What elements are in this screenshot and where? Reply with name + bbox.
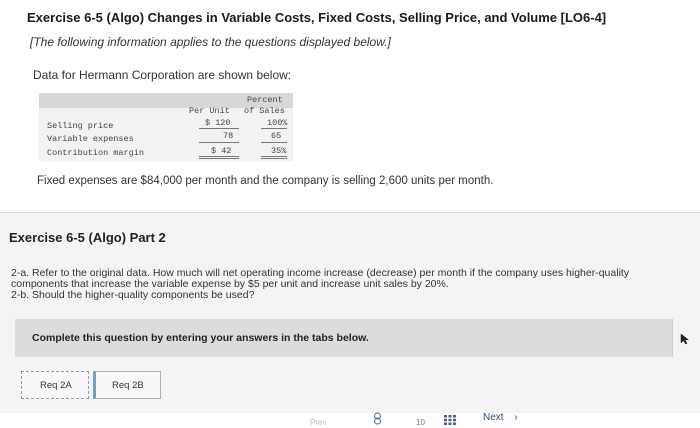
question-line: 2-b. Should the higher-quality component… — [11, 289, 255, 301]
chevron-right-icon: › — [514, 412, 518, 423]
table-double-rule — [199, 156, 239, 157]
mouse-cursor-icon — [680, 333, 690, 345]
data-intro-text: Data for Hermann Corporation are shown b… — [33, 68, 292, 82]
table-rule — [261, 142, 287, 143]
next-label: Next — [483, 412, 504, 423]
instruction-banner: Complete this question by entering your … — [15, 319, 673, 357]
data-table: Percent Per Unit of Sales Selling price … — [39, 93, 293, 161]
row-label-selling-price: Selling price — [47, 121, 114, 131]
tab-req-2b[interactable]: Req 2B — [93, 371, 161, 399]
part-panel: Exercise 6-5 (Algo) Part 2 2-a. Refer to… — [0, 212, 700, 428]
row-value-contribution-margin: $ 42 — [211, 146, 232, 156]
tab-req-2a[interactable]: Req 2A — [21, 371, 89, 399]
exercise-panel: Exercise 6-5 (Algo) Changes in Variable … — [0, 0, 700, 212]
question-text: 2-a. Refer to the original data. How muc… — [11, 268, 700, 301]
tab-label: Req 2B — [112, 380, 144, 391]
table-double-rule — [261, 156, 287, 157]
row-value-variable-expenses: 78 — [223, 131, 234, 141]
table-header-of-sales: of Sales — [244, 106, 285, 116]
row-label-contribution-margin: Contribution margin — [47, 148, 144, 158]
row-value-selling-price: $ 120 — [205, 118, 231, 128]
table-rule — [199, 142, 239, 143]
table-rule — [261, 128, 287, 129]
link-icon[interactable] — [373, 412, 382, 426]
row-label-variable-expenses: Variable expenses — [47, 134, 134, 144]
instruction-text: Complete this question by entering your … — [32, 332, 369, 344]
exercise-subtitle: [The following information applies to th… — [30, 35, 391, 49]
table-rule — [199, 128, 239, 129]
tab-label: Req 2A — [40, 380, 72, 391]
next-button[interactable]: Next › — [483, 412, 518, 423]
row-percent-selling-price: 100% — [267, 118, 288, 128]
fixed-expenses-note: Fixed expenses are $84,000 per month and… — [37, 175, 494, 187]
table-double-rule — [261, 158, 287, 159]
exercise-title: Exercise 6-5 (Algo) Changes in Variable … — [27, 10, 607, 25]
prev-button[interactable]: Prev — [310, 418, 326, 427]
table-double-rule — [199, 158, 239, 159]
row-percent-contribution-margin: 35% — [271, 146, 287, 156]
table-header-percent: Percent — [247, 95, 283, 105]
part-title: Exercise 6-5 (Algo) Part 2 — [9, 230, 166, 245]
grid-icon[interactable] — [444, 415, 456, 425]
page-number[interactable]: 10 — [416, 418, 425, 427]
footer-nav-bar — [0, 413, 700, 428]
row-percent-variable-expenses: 65 — [271, 131, 282, 141]
table-header-per-unit: Per Unit — [189, 106, 230, 116]
